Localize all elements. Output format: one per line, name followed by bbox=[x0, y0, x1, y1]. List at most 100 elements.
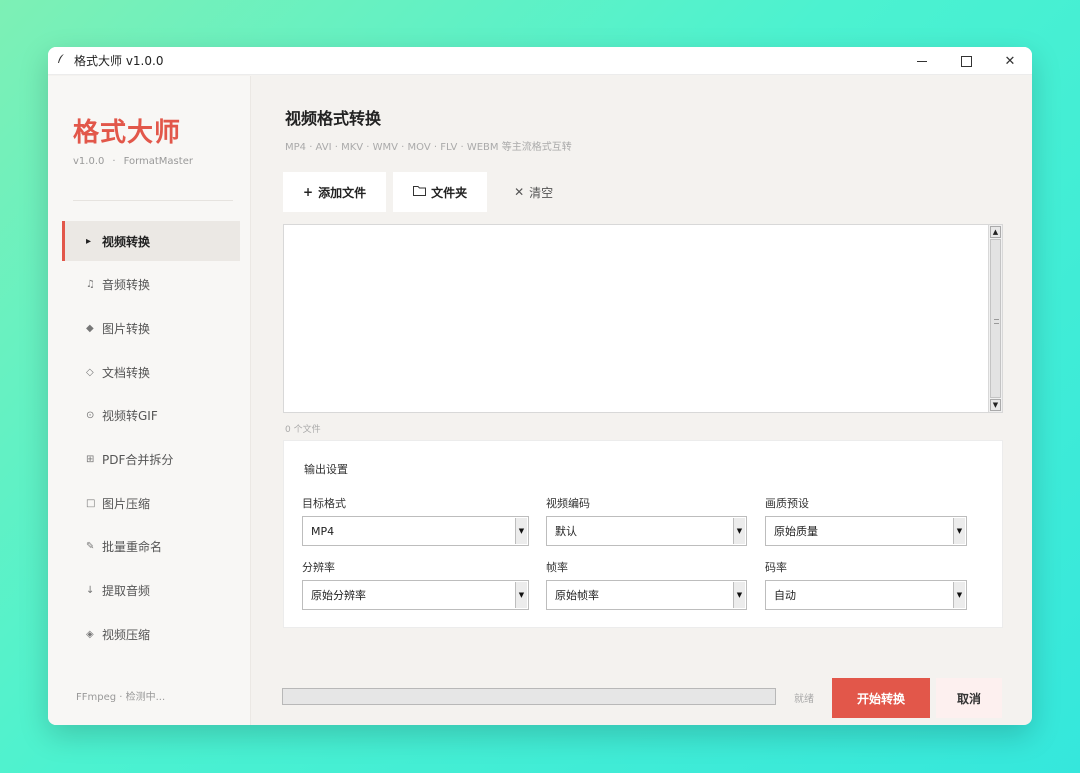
sidebar-item-audio-convert[interactable]: ♫ 音频转换 bbox=[62, 265, 240, 305]
brand-subtitle: v1.0.0 · FormatMaster bbox=[73, 156, 197, 167]
music-note-icon: ♫ bbox=[86, 279, 95, 291]
resolution-label: 分辨率 bbox=[302, 561, 335, 574]
fps-label: 帧率 bbox=[546, 561, 568, 574]
sidebar-item-image-convert[interactable]: ◆ 图片转换 bbox=[62, 308, 240, 348]
app-window: 格式大师 v1.0.0 ✕ 格式大师 v1.0.0 · FormatMaster ▸… bbox=[48, 47, 1032, 725]
quality-value: 原始质量 bbox=[774, 525, 818, 538]
sidebar-item-label: 文档转换 bbox=[102, 365, 151, 380]
sidebar-item-video-convert[interactable]: ▸ 视频转换 bbox=[62, 221, 240, 261]
sidebar-item-label: 视频压缩 bbox=[102, 627, 151, 642]
sidebar-item-label: 视频转换 bbox=[102, 234, 151, 249]
bitrate-value: 自动 bbox=[774, 589, 796, 602]
dropdown-arrow-icon[interactable]: ▼ bbox=[515, 518, 527, 544]
brand-title: 格式大师 bbox=[73, 118, 182, 148]
sidebar-item-video-compress[interactable]: ◈ 视频压缩 bbox=[62, 614, 240, 654]
start-convert-button[interactable]: 开始转换 bbox=[832, 678, 930, 718]
brand-en-label: FormatMaster bbox=[123, 156, 193, 167]
page-title: 视频格式转换 bbox=[285, 109, 382, 128]
fps-value: 原始帧率 bbox=[555, 589, 599, 602]
diamond-outline-icon: ◇ bbox=[86, 366, 94, 378]
bitrate-select[interactable]: 自动 ▼ bbox=[765, 580, 967, 610]
main-panel: 视频格式转换 MP4 · AVI · MKV · WMV · MOV · FLV… bbox=[252, 76, 1032, 725]
quality-label: 画质预设 bbox=[765, 497, 809, 510]
pencil-icon: ✎ bbox=[86, 541, 95, 553]
sidebar-nav: ▸ 视频转换 ♫ 音频转换 ◆ 图片转换 ◇ 文档转换 ⊙ 视频转GIF ⊞ P… bbox=[62, 221, 240, 658]
progress-bar bbox=[282, 688, 776, 705]
play-icon: ▸ bbox=[86, 235, 92, 247]
resolution-select[interactable]: 原始分辨率 ▼ bbox=[302, 580, 529, 610]
diamond-icon: ◆ bbox=[86, 322, 94, 334]
file-toolbar: + 添加文件 文件夹 ✕ 清空 bbox=[283, 172, 573, 212]
sidebar-item-image-compress[interactable]: □ 图片压缩 bbox=[62, 483, 240, 523]
sidebar-item-label: PDF合并拆分 bbox=[102, 452, 174, 467]
add-file-label: 添加文件 bbox=[318, 185, 367, 200]
close-icon[interactable]: ✕ bbox=[988, 47, 1032, 75]
title-bar[interactable]: 格式大师 v1.0.0 ✕ bbox=[48, 47, 1032, 75]
codec-field: 视频编码 默认 ▼ bbox=[546, 495, 747, 546]
format-select[interactable]: MP4 ▼ bbox=[302, 516, 529, 546]
fps-field: 帧率 原始帧率 ▼ bbox=[546, 559, 747, 610]
sidebar-item-label: 提取音频 bbox=[102, 584, 151, 598]
folder-icon bbox=[413, 185, 427, 199]
dropdown-arrow-icon[interactable]: ▼ bbox=[953, 582, 965, 608]
sidebar-item-document-convert[interactable]: ◇ 文档转换 bbox=[62, 352, 240, 392]
add-file-button[interactable]: + 添加文件 bbox=[283, 172, 387, 212]
bitrate-field: 码率 自动 ▼ bbox=[765, 559, 967, 610]
format-label: 目标格式 bbox=[302, 497, 346, 510]
grid-icon: ⊞ bbox=[86, 453, 95, 465]
dropdown-arrow-icon[interactable]: ▼ bbox=[733, 518, 745, 544]
file-list[interactable]: ▲ ▼ bbox=[283, 224, 1003, 413]
folder-button[interactable]: 文件夹 bbox=[393, 172, 488, 212]
resolution-field: 分辨率 原始分辨率 ▼ bbox=[302, 559, 529, 610]
clear-icon: ✕ bbox=[514, 185, 525, 199]
window-controls: ✕ bbox=[900, 47, 1032, 75]
clear-label: 清空 bbox=[529, 185, 554, 200]
feather-icon bbox=[48, 53, 74, 68]
separator: · bbox=[112, 156, 116, 167]
scroll-up-icon[interactable]: ▲ bbox=[990, 226, 1001, 238]
file-list-scrollbar[interactable]: ▲ ▼ bbox=[988, 225, 1002, 412]
codec-value: 默认 bbox=[555, 525, 577, 538]
circle-dot-icon: ⊙ bbox=[86, 410, 95, 422]
version-label: v1.0.0 bbox=[73, 156, 105, 167]
status-text: 就绪 bbox=[794, 694, 814, 705]
output-settings: 输出设置 目标格式 MP4 ▼ 视频编码 默认 ▼ 画质预设 原始质量 ▼ 分辨… bbox=[283, 440, 1003, 628]
scroll-down-icon[interactable]: ▼ bbox=[990, 399, 1001, 411]
ffmpeg-status: FFmpeg · 检测中... bbox=[76, 692, 166, 703]
fps-select[interactable]: 原始帧率 ▼ bbox=[546, 580, 747, 610]
sidebar-item-label: 图片压缩 bbox=[102, 496, 151, 511]
sidebar-item-label: 音频转换 bbox=[102, 278, 151, 293]
square-icon: □ bbox=[86, 497, 96, 509]
cancel-button[interactable]: 取消 bbox=[936, 678, 1002, 718]
codec-select[interactable]: 默认 ▼ bbox=[546, 516, 747, 546]
format-value: MP4 bbox=[311, 524, 335, 538]
sidebar-item-label: 图片转换 bbox=[102, 321, 151, 336]
resolution-value: 原始分辨率 bbox=[311, 589, 366, 602]
plus-icon: + bbox=[303, 185, 314, 199]
sidebar-item-extract-audio[interactable]: ↓ 提取音频 bbox=[62, 571, 240, 611]
sidebar-item-label: 批量重命名 bbox=[102, 540, 163, 555]
sidebar-item-pdf-merge-split[interactable]: ⊞ PDF合并拆分 bbox=[62, 439, 240, 479]
scroll-thumb[interactable] bbox=[990, 239, 1001, 398]
sidebar-divider bbox=[73, 200, 233, 201]
sidebar: 格式大师 v1.0.0 · FormatMaster ▸ 视频转换 ♫ 音频转换 ◆… bbox=[48, 76, 251, 725]
minimize-icon[interactable] bbox=[900, 47, 944, 75]
settings-title: 输出设置 bbox=[304, 463, 348, 476]
sidebar-item-batch-rename[interactable]: ✎ 批量重命名 bbox=[62, 527, 240, 567]
page-subtitle: MP4 · AVI · MKV · WMV · MOV · FLV · WEBM… bbox=[285, 142, 572, 153]
quality-field: 画质预设 原始质量 ▼ bbox=[765, 495, 967, 546]
diamond-dot-icon: ◈ bbox=[86, 628, 94, 640]
window-title: 格式大师 v1.0.0 bbox=[74, 54, 164, 68]
clear-button[interactable]: ✕ 清空 bbox=[494, 172, 573, 212]
quality-select[interactable]: 原始质量 ▼ bbox=[765, 516, 967, 546]
dropdown-arrow-icon[interactable]: ▼ bbox=[953, 518, 965, 544]
sidebar-item-label: 视频转GIF bbox=[102, 409, 158, 424]
folder-label: 文件夹 bbox=[431, 185, 468, 200]
down-arrow-icon: ↓ bbox=[86, 585, 95, 596]
dropdown-arrow-icon[interactable]: ▼ bbox=[515, 582, 527, 608]
dropdown-arrow-icon[interactable]: ▼ bbox=[733, 582, 745, 608]
sidebar-item-video-to-gif[interactable]: ⊙ 视频转GIF bbox=[62, 396, 240, 436]
file-count: 0 个文件 bbox=[285, 425, 321, 435]
maximize-icon[interactable] bbox=[944, 47, 988, 75]
bitrate-label: 码率 bbox=[765, 561, 787, 574]
